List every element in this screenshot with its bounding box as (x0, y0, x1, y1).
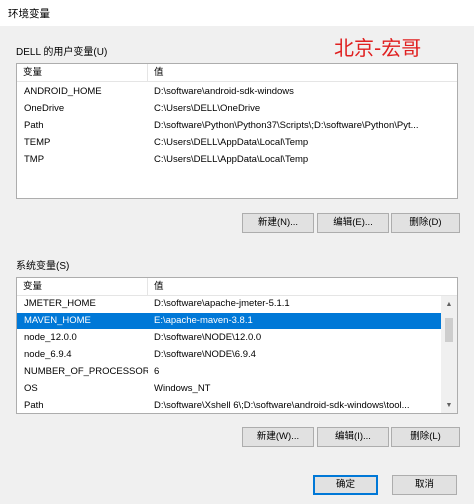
variable-name: Path (24, 400, 44, 411)
window-title: 环境变量 (8, 7, 50, 20)
user-vars-header: 变量 值 (17, 64, 457, 82)
vertical-scrollbar[interactable]: ▲ ▼ (441, 296, 457, 413)
user-new-button[interactable]: 新建(N)... (242, 213, 314, 233)
variable-name: TMP (24, 154, 45, 165)
column-header-variable[interactable]: 变量 (17, 278, 148, 296)
variable-value: C:\Users\DELL\AppData\Local\Temp (154, 154, 309, 165)
list-item[interactable]: JMETER_HOME D:\software\apache-jmeter-5.… (17, 296, 457, 312)
variable-value: D:\software\apache-jmeter-5.1.1 (154, 298, 290, 309)
list-item[interactable]: ANDROID_HOME D:\software\android-sdk-win… (17, 84, 457, 100)
variable-value: 6 (154, 366, 160, 377)
variable-value: C:\Users\DELL\OneDrive (154, 103, 261, 114)
list-item-selected[interactable]: MAVEN_HOME E:\apache-maven-3.8.1 (17, 313, 441, 329)
variable-value: Windows_NT (154, 383, 211, 394)
variable-name: OS (24, 383, 38, 394)
system-delete-button[interactable]: 删除(L) (391, 427, 460, 447)
watermark-text: 北京-宏哥 (334, 36, 422, 60)
variable-name: TEMP (24, 137, 51, 148)
title-bar: 环境变量 (0, 0, 474, 26)
system-vars-label: 系统变量(S) (16, 261, 70, 272)
list-item[interactable]: NUMBER_OF_PROCESSORS 6 (17, 364, 457, 380)
list-item[interactable]: Path D:\software\Xshell 6\;D:\software\a… (17, 398, 457, 413)
user-vars-label: DELL 的用户变量(U) (16, 47, 108, 58)
list-item[interactable]: TEMP C:\Users\DELL\AppData\Local\Temp (17, 135, 457, 151)
user-delete-button[interactable]: 删除(D) (391, 213, 460, 233)
variable-value: D:\software\Python\Python37\Scripts\;D:\… (154, 120, 419, 131)
list-item[interactable]: node_12.0.0 D:\software\NODE\12.0.0 (17, 330, 457, 346)
user-edit-button[interactable]: 编辑(E)... (317, 213, 389, 233)
variable-name: NUMBER_OF_PROCESSORS (24, 366, 148, 377)
list-item[interactable]: Path D:\software\Python\Python37\Scripts… (17, 118, 457, 134)
list-item[interactable]: OneDrive C:\Users\DELL\OneDrive (17, 101, 457, 117)
variable-name: OneDrive (24, 103, 65, 114)
variable-value: D:\software\NODE\6.9.4 (154, 349, 256, 360)
variable-name: node_12.0.0 (24, 332, 77, 343)
scroll-up-icon[interactable]: ▲ (441, 296, 457, 312)
column-header-value[interactable]: 值 (148, 278, 448, 296)
variable-name: Path (24, 120, 44, 131)
cancel-button[interactable]: 取消 (392, 475, 457, 495)
list-item[interactable]: OS Windows_NT (17, 381, 457, 397)
variable-value: E:\apache-maven-3.8.1 (154, 315, 253, 326)
scrollbar-thumb[interactable] (445, 318, 453, 342)
system-vars-header: 变量 值 (17, 278, 457, 296)
column-header-value[interactable]: 值 (148, 64, 448, 82)
variable-value: D:\software\Xshell 6\;D:\software\androi… (154, 400, 410, 411)
system-vars-list[interactable]: 变量 值 JMETER_HOME D:\software\apache-jmet… (16, 277, 458, 414)
variable-name: MAVEN_HOME (24, 315, 91, 326)
variable-name: ANDROID_HOME (24, 86, 102, 97)
variable-value: D:\software\NODE\12.0.0 (154, 332, 262, 343)
system-new-button[interactable]: 新建(W)... (242, 427, 314, 447)
ok-button[interactable]: 确定 (313, 475, 378, 495)
variable-value: D:\software\android-sdk-windows (154, 86, 294, 97)
variable-value: C:\Users\DELL\AppData\Local\Temp (154, 137, 309, 148)
list-item[interactable]: TMP C:\Users\DELL\AppData\Local\Temp (17, 152, 457, 168)
scroll-down-icon[interactable]: ▼ (441, 397, 457, 413)
column-header-variable[interactable]: 变量 (17, 64, 148, 82)
variable-name: node_6.9.4 (24, 349, 72, 360)
variable-name: JMETER_HOME (24, 298, 96, 309)
list-item[interactable]: node_6.9.4 D:\software\NODE\6.9.4 (17, 347, 457, 363)
user-vars-list[interactable]: 变量 值 ANDROID_HOME D:\software\android-sd… (16, 63, 458, 199)
system-edit-button[interactable]: 编辑(I)... (317, 427, 389, 447)
